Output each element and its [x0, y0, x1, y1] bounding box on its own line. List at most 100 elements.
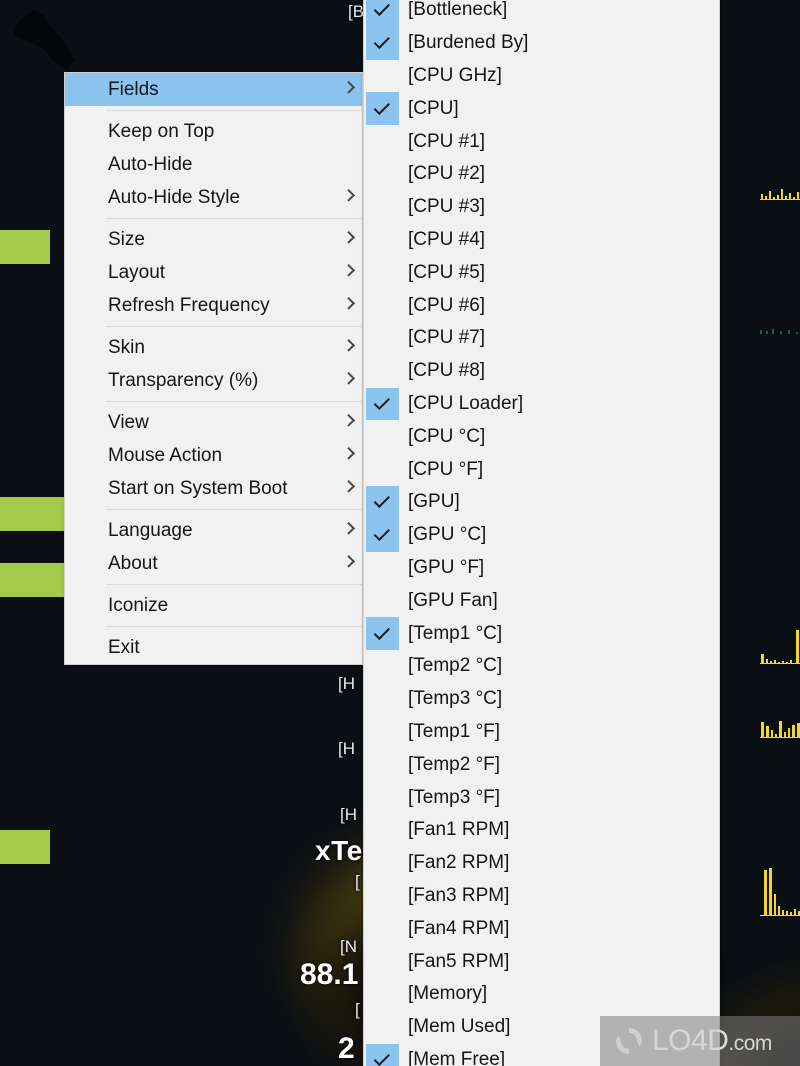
field-item-cpu[interactable]: [CPU]: [364, 92, 719, 126]
checkmark-icon[interactable]: [366, 617, 399, 650]
menu-item-language[interactable]: Language: [65, 514, 362, 547]
checkbox-empty[interactable]: [366, 420, 399, 453]
field-item-label: [GPU]: [408, 491, 460, 513]
field-item-cpu-loader[interactable]: [CPU Loader]: [364, 387, 719, 421]
menu-item-exit[interactable]: Exit: [65, 631, 362, 664]
field-item-fan1-rpm[interactable]: [Fan1 RPM]: [364, 814, 719, 847]
checkmark-icon[interactable]: [366, 26, 399, 60]
menu-item-label: Size: [108, 229, 145, 250]
checkbox-empty[interactable]: [366, 191, 399, 224]
field-item-label: [CPU]: [408, 97, 459, 119]
checkbox-empty[interactable]: [366, 256, 399, 289]
checkmark-icon[interactable]: [366, 1043, 399, 1066]
field-item-gpu-fan[interactable]: [GPU Fan]: [364, 584, 719, 617]
menu-item-auto-hide-style[interactable]: Auto-Hide Style: [65, 181, 362, 214]
checkmark-icon[interactable]: [366, 518, 399, 552]
checkbox-empty[interactable]: [366, 814, 399, 847]
checkmark-icon[interactable]: [366, 92, 399, 126]
field-item-cpu-7[interactable]: [CPU #7]: [364, 322, 719, 355]
menu-item-iconize[interactable]: Iconize: [65, 589, 362, 622]
field-item-cpu-ghz[interactable]: [CPU GHz]: [364, 60, 719, 93]
field-item-label: [CPU °F]: [408, 458, 484, 480]
field-item-cpu-6[interactable]: [CPU #6]: [364, 289, 719, 322]
menu-item-fields[interactable]: Fields: [65, 73, 362, 106]
menu-item-label: Auto-Hide: [108, 154, 193, 175]
menu-item-label: About: [108, 553, 158, 574]
checkbox-empty[interactable]: [366, 552, 399, 585]
checkbox-empty[interactable]: [366, 584, 399, 617]
menu-item-skin[interactable]: Skin: [65, 331, 362, 364]
menu-item-transparency[interactable]: Transparency (%): [65, 364, 362, 397]
field-item-memory[interactable]: [Memory]: [364, 978, 719, 1011]
field-item-temp1-f[interactable]: [Temp1 °F]: [364, 716, 719, 749]
menu-item-mouse-action[interactable]: Mouse Action: [65, 439, 362, 472]
checkbox-empty[interactable]: [366, 650, 399, 683]
field-item-cpu-4[interactable]: [CPU #4]: [364, 224, 719, 257]
menu-item-label: Refresh Frequency: [108, 295, 270, 316]
checkbox-empty[interactable]: [366, 716, 399, 749]
checkbox-empty[interactable]: [366, 322, 399, 355]
field-item-temp3-f[interactable]: [Temp3 °F]: [364, 781, 719, 814]
field-item-cpu-c[interactable]: [CPU °C]: [364, 420, 719, 453]
checkbox-empty[interactable]: [366, 158, 399, 191]
hud-label: [H: [338, 739, 355, 758]
checkbox-empty[interactable]: [366, 1011, 399, 1044]
field-item-bottleneck[interactable]: [Bottleneck]: [364, 0, 719, 27]
menu-item-size[interactable]: Size: [65, 223, 362, 256]
checkbox-empty[interactable]: [366, 60, 399, 93]
checkbox-empty[interactable]: [366, 355, 399, 388]
field-item-cpu-1[interactable]: [CPU #1]: [364, 125, 719, 158]
field-item-cpu-2[interactable]: [CPU #2]: [364, 158, 719, 191]
field-item-label: [Mem Free]: [408, 1048, 506, 1066]
checkbox-empty[interactable]: [366, 748, 399, 781]
checkbox-empty[interactable]: [366, 847, 399, 880]
refresh-arrows-icon: [616, 1028, 642, 1054]
gauge-bar: [0, 830, 50, 864]
field-item-temp1-c[interactable]: [Temp1 °C]: [364, 617, 719, 650]
context-menu[interactable]: Fields Keep on Top Auto-Hide Auto-Hide Styl…: [64, 72, 363, 665]
checkbox-empty[interactable]: [366, 289, 399, 322]
checkbox-empty[interactable]: [366, 125, 399, 158]
fields-submenu[interactable]: [Bottleneck] [Burdened By] [CPU GHz] [CPU] […: [363, 0, 720, 1066]
field-item-label: [CPU #5]: [408, 261, 486, 283]
checkbox-empty[interactable]: [366, 912, 399, 945]
field-item-temp2-f[interactable]: [Temp2 °F]: [364, 748, 719, 781]
check-glyph: [373, 492, 390, 509]
field-item-cpu-5[interactable]: [CPU #5]: [364, 256, 719, 289]
menu-item-refresh-frequency[interactable]: Refresh Frequency: [65, 289, 362, 322]
menu-item-keep-on-top[interactable]: Keep on Top: [65, 115, 362, 148]
checkbox-empty[interactable]: [366, 453, 399, 486]
checkbox-empty[interactable]: [366, 880, 399, 913]
field-item-cpu-3[interactable]: [CPU #3]: [364, 191, 719, 224]
field-item-gpu-f[interactable]: [GPU °F]: [364, 552, 719, 585]
checkmark-icon[interactable]: [366, 485, 399, 519]
chevron-right-icon: [342, 554, 356, 568]
checkmark-icon[interactable]: [366, 0, 399, 27]
field-item-burdened-by[interactable]: [Burdened By]: [364, 26, 719, 60]
field-item-gpu-c[interactable]: [GPU °C]: [364, 518, 719, 552]
field-item-fan4-rpm[interactable]: [Fan4 RPM]: [364, 912, 719, 945]
checkbox-empty[interactable]: [366, 945, 399, 978]
field-item-fan5-rpm[interactable]: [Fan5 RPM]: [364, 945, 719, 978]
menu-item-label: Mouse Action: [108, 445, 223, 466]
menu-item-view[interactable]: View: [65, 406, 362, 439]
field-item-temp2-c[interactable]: [Temp2 °C]: [364, 650, 719, 683]
checkbox-empty[interactable]: [366, 683, 399, 716]
checkbox-empty[interactable]: [366, 781, 399, 814]
menu-item-layout[interactable]: Layout: [65, 256, 362, 289]
field-item-gpu[interactable]: [GPU]: [364, 485, 719, 519]
checkbox-empty[interactable]: [366, 224, 399, 257]
field-item-temp3-c[interactable]: [Temp3 °C]: [364, 683, 719, 716]
field-item-fan3-rpm[interactable]: [Fan3 RPM]: [364, 880, 719, 913]
menu-item-auto-hide[interactable]: Auto-Hide: [65, 148, 362, 181]
field-item-fan2-rpm[interactable]: [Fan2 RPM]: [364, 847, 719, 880]
menu-item-about[interactable]: About: [65, 547, 362, 580]
field-item-cpu-f[interactable]: [CPU °F]: [364, 453, 719, 486]
checkmark-icon[interactable]: [366, 387, 399, 421]
menu-item-label: View: [108, 412, 149, 433]
check-glyph: [373, 32, 390, 50]
menu-item-start-on-system-boot[interactable]: Start on System Boot: [65, 472, 362, 505]
field-item-cpu-8[interactable]: [CPU #8]: [364, 355, 719, 388]
hud-label: [H: [340, 805, 357, 824]
checkbox-empty[interactable]: [366, 978, 399, 1011]
